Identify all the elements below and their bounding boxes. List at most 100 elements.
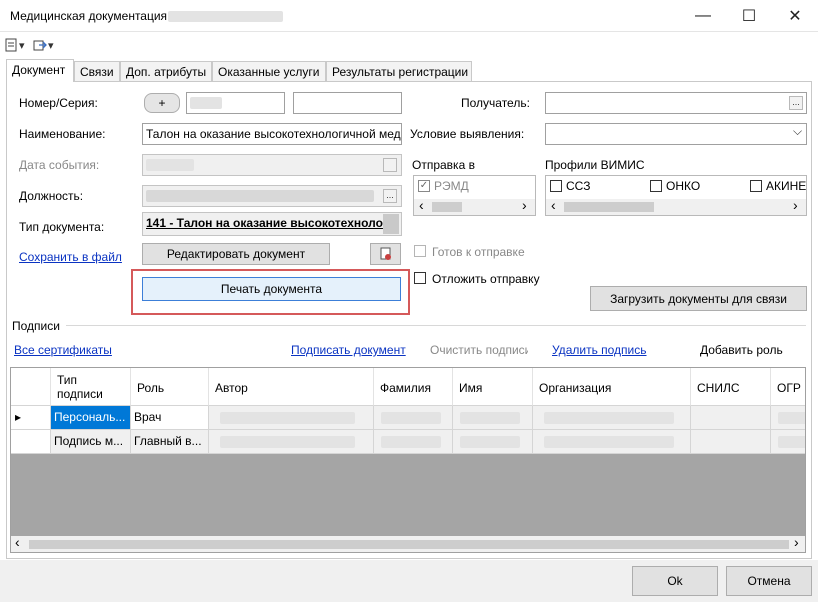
add-role-button[interactable]: Добавить роль (700, 343, 783, 357)
recipient-label: Получатель: (461, 96, 530, 110)
detect-condition-label: Условие выявления: (410, 127, 525, 141)
number-input[interactable] (186, 92, 285, 114)
tab-extra-attributes[interactable]: Доп. атрибуты (120, 61, 212, 81)
vimis-onko-label: ОНКО (666, 179, 701, 193)
add-number-button[interactable]: + (144, 93, 180, 113)
col-last-name[interactable]: Фамилия (374, 368, 453, 406)
tab-services[interactable]: Оказанные услуги (212, 61, 326, 81)
last-name-cell[interactable] (374, 406, 453, 430)
col-role[interactable]: Роль (131, 368, 209, 406)
remd-checkbox[interactable]: ✓ (418, 180, 430, 192)
name-label: Наименование: (19, 127, 106, 141)
send-scroll-thumb[interactable] (432, 202, 462, 212)
close-button[interactable]: ✕ (772, 0, 818, 32)
redacted-number (190, 97, 222, 109)
first-name-cell[interactable] (453, 406, 533, 430)
scroll-right-icon[interactable]: › (793, 197, 798, 213)
date-picker-button[interactable] (383, 158, 397, 172)
scroll-left-icon[interactable]: ‹ (551, 197, 556, 213)
minimize-button[interactable]: — (680, 0, 726, 32)
name-input[interactable]: Талон на оказание высокотехнологичной ме… (142, 123, 402, 145)
redacted-last-name (381, 436, 441, 448)
ogrn-cell[interactable] (771, 430, 805, 454)
ready-to-send-checkbox[interactable] (414, 245, 426, 257)
position-input[interactable] (142, 185, 402, 207)
doc-type-scroll (383, 214, 399, 234)
toolbar-export-button[interactable]: ▾ (33, 36, 54, 54)
clear-signatures-link: Очистить подписи (430, 343, 528, 357)
ok-button[interactable]: Ok (632, 566, 718, 596)
role-cell[interactable]: Главный в... (131, 430, 209, 454)
tab-registration-results[interactable]: Результаты регистрации (326, 61, 472, 81)
first-name-cell[interactable] (453, 430, 533, 454)
dropdown-arrow-icon: ▾ (19, 39, 25, 52)
series-input[interactable] (293, 92, 402, 114)
author-cell[interactable] (209, 406, 374, 430)
current-row-icon: ▸ (15, 410, 22, 424)
delay-send-label: Отложить отправку (432, 272, 540, 286)
organization-cell[interactable] (533, 406, 691, 430)
document-icon (5, 38, 17, 52)
vimis-onko-checkbox[interactable] (650, 180, 662, 192)
vimis-ssz-label: ССЗ (566, 179, 591, 193)
organization-cell[interactable] (533, 430, 691, 454)
cancel-button[interactable]: Отмена (726, 566, 812, 596)
save-to-file-link[interactable]: Сохранить в файл (19, 250, 122, 264)
vimis-akine-checkbox[interactable] (750, 180, 762, 192)
signature-type-cell[interactable]: Персональ... (51, 406, 131, 430)
doc-type-label: Тип документа: (19, 220, 105, 234)
maximize-button[interactable]: ☐ (726, 0, 772, 32)
scroll-left-icon[interactable]: ‹ (15, 534, 20, 550)
export-icon (33, 40, 47, 51)
doc-type-input[interactable]: 141 - Талон на оказание высокотехноло (142, 212, 402, 236)
edit-document-button[interactable]: Редактировать документ (142, 243, 330, 265)
col-first-name[interactable]: Имя (453, 368, 533, 406)
snils-cell[interactable] (691, 406, 771, 430)
vimis-ssz-checkbox[interactable] (550, 180, 562, 192)
position-label: Должность: (19, 189, 84, 203)
remd-label: РЭМД (434, 179, 469, 193)
redacted-ogrn (778, 436, 805, 448)
grid-scroll-thumb[interactable] (29, 540, 789, 549)
recipient-input[interactable] (545, 92, 807, 114)
last-name-cell[interactable] (374, 430, 453, 454)
scroll-left-icon[interactable]: ‹ (419, 197, 424, 213)
row-marker[interactable] (11, 430, 51, 454)
delete-signature-link[interactable]: Удалить подпись (552, 343, 647, 357)
tab-document[interactable]: Документ (6, 59, 74, 82)
col-signature-type[interactable]: Тип подписи (51, 368, 131, 406)
detect-condition-select[interactable] (545, 123, 807, 145)
ogrn-cell[interactable] (771, 406, 805, 430)
role-cell[interactable]: Врач (131, 406, 209, 430)
sign-document-link[interactable]: Подписать документ (291, 343, 406, 357)
col-snils[interactable]: СНИЛС (691, 368, 771, 406)
signature-type-cell[interactable]: Подпись м... (51, 430, 131, 454)
send-to-label: Отправка в (412, 158, 475, 172)
all-certificates-link[interactable]: Все сертификаты (14, 343, 112, 357)
snils-cell[interactable] (691, 430, 771, 454)
ready-to-send-label: Готов к отправке (432, 245, 525, 259)
position-browse-button[interactable]: ... (383, 189, 397, 203)
redacted-last-name (381, 412, 441, 424)
chevron-down-icon[interactable]: ⌵ (793, 124, 802, 139)
col-organization[interactable]: Организация (533, 368, 691, 406)
scroll-right-icon[interactable]: › (794, 534, 799, 550)
row-marker[interactable]: ▸ (11, 406, 51, 430)
col-ogrn[interactable]: ОГР (771, 368, 805, 406)
col-author[interactable]: Автор (209, 368, 374, 406)
signatures-section-title: Подписи (12, 319, 60, 333)
tab-links[interactable]: Связи (74, 61, 120, 81)
redacted-first-name (460, 436, 520, 448)
delay-send-checkbox[interactable] (414, 272, 426, 284)
load-linked-docs-button[interactable]: Загрузить документы для связи (590, 286, 807, 311)
toolbar (0, 33, 818, 58)
scroll-right-icon[interactable]: › (522, 197, 527, 213)
event-date-input[interactable] (142, 154, 402, 176)
signed-doc-button[interactable] (370, 243, 401, 265)
redacted-org (544, 436, 674, 448)
vimis-scroll-thumb[interactable] (564, 202, 654, 212)
print-document-button[interactable]: Печать документа (142, 277, 401, 301)
recipient-browse-button[interactable]: ... (789, 96, 803, 110)
toolbar-document-button[interactable]: ▾ (5, 36, 25, 54)
author-cell[interactable] (209, 430, 374, 454)
